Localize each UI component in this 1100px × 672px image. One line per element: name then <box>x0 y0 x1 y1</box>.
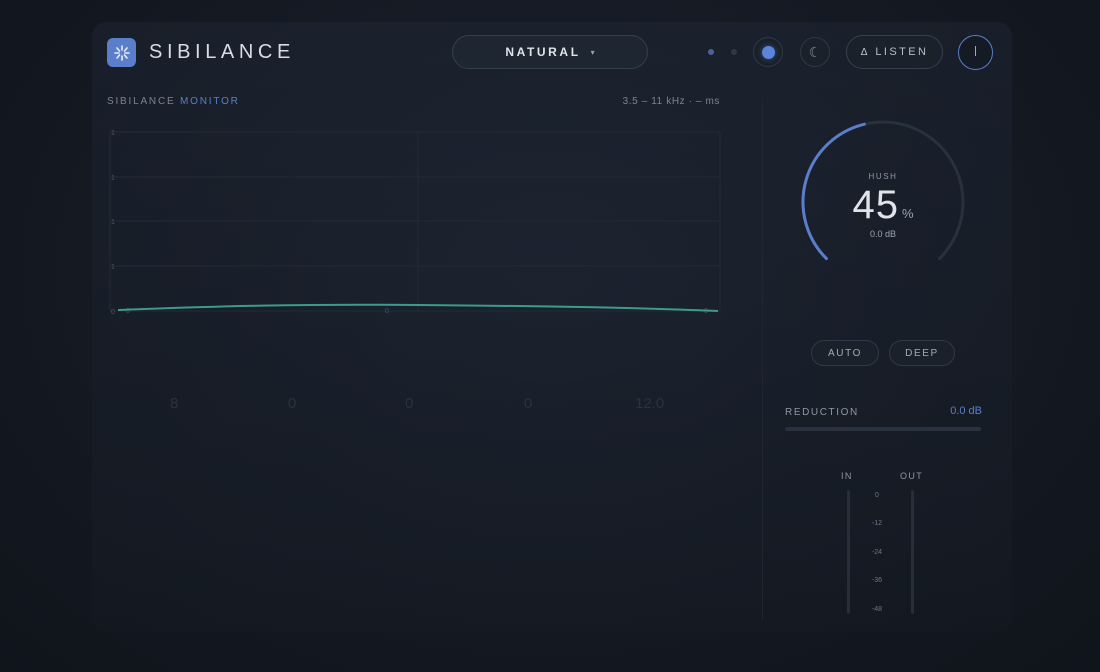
reduction-meter <box>785 427 981 431</box>
chevron-down-icon: ▾ <box>590 47 595 57</box>
y-tick-label: 1 <box>111 130 115 137</box>
svg-text:8: 8 <box>170 395 178 412</box>
deep-button[interactable]: DEEP <box>889 340 955 366</box>
page-indicator-dot[interactable] <box>708 49 714 55</box>
y-tick-label: 0 <box>111 309 115 316</box>
ghost-readout: 8 0 0 0 12.0 <box>170 395 664 412</box>
meter-scale-label: -24 <box>871 549 883 556</box>
preset-dropdown[interactable]: NATURAL ▾ <box>452 35 648 69</box>
sun-icon <box>761 45 775 59</box>
svg-text:0: 0 <box>524 395 532 412</box>
curve-marker-label: 0 <box>385 308 389 315</box>
meter-scale-label: 0 <box>875 492 879 499</box>
y-tick-label: 1 <box>111 264 115 271</box>
listen-button[interactable]: Δ LISTEN <box>846 35 943 69</box>
output-meter-label: OUT <box>900 471 924 481</box>
power-icon <box>974 45 977 56</box>
preset-label: NATURAL <box>505 45 581 59</box>
pinwheel-logo-icon <box>107 38 136 67</box>
svg-text:0: 0 <box>405 395 413 412</box>
theme-light-button[interactable] <box>753 37 783 67</box>
power-button[interactable] <box>958 35 993 70</box>
page-indicator-dot[interactable] <box>731 49 737 55</box>
input-meter <box>847 490 850 614</box>
svg-text:0: 0 <box>288 395 296 412</box>
delta-icon: Δ <box>860 46 868 58</box>
auto-button[interactable]: AUTO <box>811 340 879 366</box>
reduction-value: 0.0 dB <box>950 405 982 417</box>
hush-db-readout: 0.0 dB <box>869 229 897 239</box>
y-tick-label: 1 <box>111 175 115 182</box>
listen-label: LISTEN <box>875 46 929 58</box>
hush-value: 45% <box>852 183 914 227</box>
sibilance-monitor-graph: 1 1 1 1 0 0 0 0 <box>109 130 721 316</box>
monitor-title: SIBILANCE MONITOR <box>107 96 240 107</box>
panel-divider <box>762 100 763 620</box>
meter-scale-label: -36 <box>871 577 883 584</box>
meter-scale-label: -12 <box>871 520 883 527</box>
svg-text:12.0: 12.0 <box>635 395 664 412</box>
app-title: SIBILANCE <box>149 41 295 63</box>
monitor-range: 3.5 – 11 kHz · – ms <box>622 96 720 107</box>
theme-dark-button[interactable]: ☾ <box>800 37 830 67</box>
meter-scale-label: -48 <box>871 606 883 613</box>
hush-label: HUSH <box>868 172 898 181</box>
output-meter <box>911 490 914 614</box>
moon-icon: ☾ <box>808 43 822 60</box>
reduction-label: REDUCTION <box>785 407 859 418</box>
input-meter-label: IN <box>841 471 853 481</box>
y-tick-label: 1 <box>111 219 115 226</box>
